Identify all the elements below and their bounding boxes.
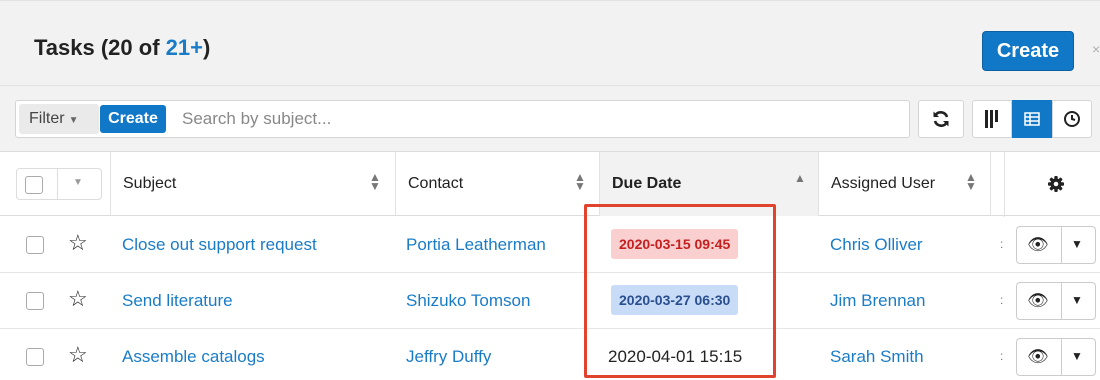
truncated-cell: : (1000, 237, 1004, 251)
row-checkbox[interactable] (26, 292, 44, 310)
select-all-checkbox[interactable] (25, 176, 43, 194)
truncated-cell: : (1000, 293, 1004, 307)
due-date-soon-badge: 2020-03-27 06:30 (611, 285, 739, 315)
column-view-icon (985, 110, 998, 128)
favorite-star-icon[interactable]: ☆ (68, 342, 88, 368)
divider (1061, 339, 1062, 375)
page-header: Tasks (20 of 21+) Create × (0, 0, 1100, 86)
subject-link[interactable]: Close out support request (122, 235, 317, 255)
row-actions: 👁 ▼ (1016, 226, 1096, 264)
sort-icon: ▲ ▼ (965, 170, 977, 193)
table-header: Subject ▲ ▼ Contact ▲ ▼ Due Date ▲ Assigne… (0, 152, 1100, 216)
favorite-star-icon[interactable]: ☆ (68, 286, 88, 312)
column-header-contact[interactable]: Contact ▲ ▼ (395, 152, 599, 216)
sort-ascending-icon: ▲ (794, 171, 806, 185)
clock-icon (1064, 111, 1080, 127)
total-count-link[interactable]: 21+ (166, 35, 203, 60)
filter-label: Filter (29, 110, 65, 127)
column-header-subject[interactable]: Subject ▲ ▼ (110, 152, 395, 216)
title-text: Tasks (20 of (34, 35, 166, 60)
table-row: ☆ Assemble catalogs Jeffry Duffy 2020-04… (0, 329, 1100, 380)
title-suffix: ) (202, 35, 211, 60)
assigned-user-link[interactable]: Chris Olliver (830, 235, 923, 255)
sort-icon: ▲ ▼ (369, 170, 381, 193)
divider (1061, 227, 1062, 263)
column-header-assigned-user[interactable]: Assigned User ▲ ▼ (818, 152, 990, 216)
select-all-control[interactable]: ▼ (16, 168, 102, 200)
contact-link[interactable]: Portia Leatherman (406, 235, 546, 255)
eye-icon[interactable]: 👁 (1027, 291, 1049, 311)
row-actions: 👁 ▼ (1016, 282, 1096, 320)
contact-link[interactable]: Shizuko Tomson (406, 291, 530, 311)
filter-container: Filter ▼ Create (15, 100, 910, 138)
eye-icon[interactable]: 👁 (1027, 235, 1049, 255)
search-input[interactable] (182, 105, 882, 133)
divider (57, 169, 58, 199)
row-actions: 👁 ▼ (1016, 338, 1096, 376)
activity-stream-button[interactable] (1052, 100, 1092, 138)
assigned-user-link[interactable]: Jim Brennan (830, 291, 925, 311)
table-row: ☆ Close out support request Portia Leath… (0, 217, 1100, 273)
table-row: ☆ Send literature Shizuko Tomson 2020-03… (0, 273, 1100, 329)
create-filter-button[interactable]: Create (100, 105, 166, 133)
column-label: Assigned User (831, 175, 936, 192)
subject-link[interactable]: Send literature (122, 291, 233, 311)
create-button[interactable]: Create (982, 31, 1074, 71)
column-view-button[interactable] (972, 100, 1012, 138)
eye-icon[interactable]: 👁 (1027, 347, 1049, 367)
refresh-button[interactable] (918, 100, 964, 138)
page-title: Tasks (20 of 21+) (34, 35, 210, 61)
list-view-icon (1024, 112, 1040, 126)
gear-svg (1048, 176, 1064, 192)
due-date: 2020-04-01 15:15 (608, 347, 743, 366)
chevron-down-icon[interactable]: ▼ (73, 177, 83, 188)
sort-icon: ▲ ▼ (574, 170, 586, 193)
gear-icon[interactable] (1046, 174, 1066, 200)
favorite-star-icon[interactable]: ☆ (68, 230, 88, 256)
filter-dropdown[interactable]: Filter ▼ (19, 104, 99, 134)
truncated-cell: : (1000, 349, 1004, 363)
chevron-down-icon[interactable]: ▼ (1071, 237, 1083, 251)
column-header-due-date[interactable]: Due Date ▲ (599, 152, 818, 216)
contact-link[interactable]: Jeffry Duffy (406, 347, 491, 367)
due-date-overdue-badge: 2020-03-15 09:45 (611, 229, 739, 259)
column-label: Subject (123, 175, 177, 192)
column-header-truncated (990, 152, 1004, 216)
column-label: Contact (408, 175, 464, 192)
chevron-down-icon: ▼ (68, 115, 79, 126)
assigned-user-link[interactable]: Sarah Smith (830, 347, 924, 367)
chevron-down-icon[interactable]: ▼ (1071, 293, 1083, 307)
refresh-icon (933, 111, 949, 127)
column-label: Due Date (612, 175, 682, 192)
list-view-button[interactable] (1012, 100, 1052, 138)
chevron-down-icon[interactable]: ▼ (1071, 349, 1083, 363)
row-checkbox[interactable] (26, 236, 44, 254)
row-checkbox[interactable] (26, 348, 44, 366)
subject-link[interactable]: Assemble catalogs (122, 347, 265, 367)
divider (1061, 283, 1062, 319)
close-icon[interactable]: × (1092, 41, 1100, 57)
